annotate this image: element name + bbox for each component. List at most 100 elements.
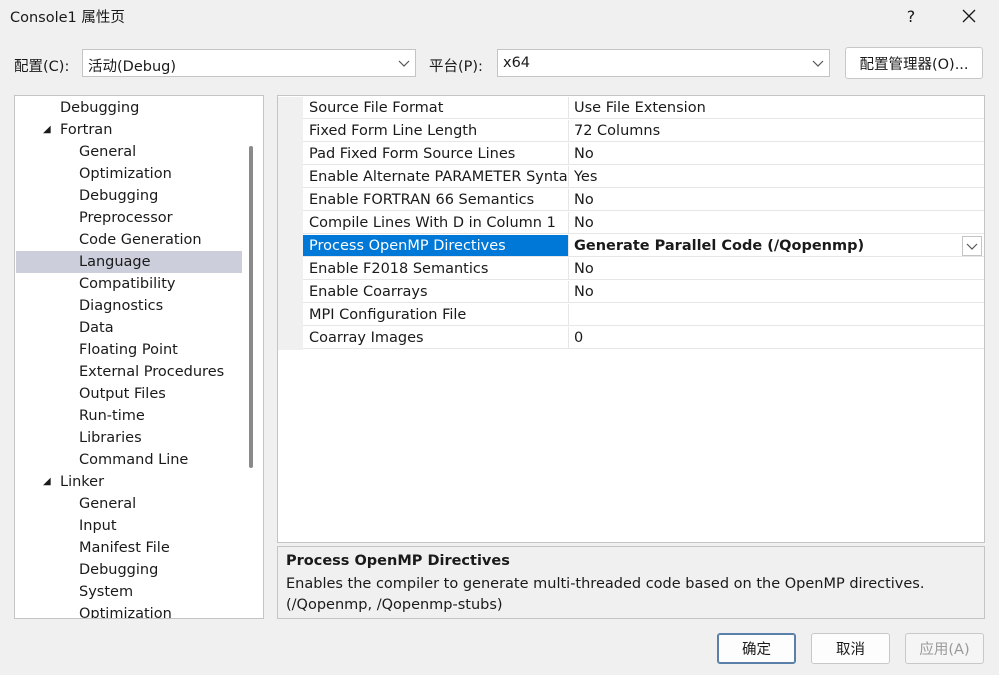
tree-item-label: Compatibility — [79, 276, 176, 292]
apply-button[interactable]: 应用(A) — [905, 633, 984, 664]
config-select[interactable]: 活动(Debug) — [82, 49, 416, 77]
tree-item[interactable]: Floating Point — [16, 339, 242, 361]
help-button[interactable]: ? — [888, 0, 934, 32]
property-row[interactable]: Coarray Images 0 — [278, 327, 984, 350]
property-row[interactable]: Pad Fixed Form Source Lines No — [278, 143, 984, 166]
property-value[interactable]: 0 — [569, 327, 984, 349]
property-name[interactable]: Source File Format — [303, 97, 569, 119]
value-dropdown-button[interactable] — [962, 236, 982, 256]
row-gutter — [278, 189, 303, 212]
tree-item-label: Code Generation — [79, 232, 202, 248]
expand-arrow-icon[interactable]: ◢ — [43, 471, 51, 493]
tree-item[interactable]: Debugging — [16, 185, 242, 207]
property-value[interactable]: 72 Columns — [569, 120, 984, 142]
property-row[interactable]: Enable F2018 Semantics No — [278, 258, 984, 281]
property-name[interactable]: Pad Fixed Form Source Lines — [303, 143, 569, 165]
row-gutter — [278, 143, 303, 166]
expand-arrow-icon[interactable]: ◢ — [43, 119, 51, 141]
property-row[interactable]: Enable FORTRAN 66 Semantics No — [278, 189, 984, 212]
configuration-manager-button[interactable]: 配置管理器(O)... — [845, 47, 983, 79]
chevron-down-icon — [398, 60, 410, 67]
tree-item-label: External Procedures — [79, 364, 225, 380]
tree-item[interactable]: Compatibility — [16, 273, 242, 295]
tree-item[interactable]: Input — [16, 515, 242, 537]
property-value[interactable]: No — [569, 281, 984, 303]
property-value[interactable]: Yes — [569, 166, 984, 188]
property-value[interactable]: Generate Parallel Code (/Qopenmp) — [569, 235, 984, 257]
property-row[interactable]: Process OpenMP Directives Generate Parall… — [278, 235, 984, 258]
row-gutter — [278, 212, 303, 235]
property-value[interactable]: No — [569, 212, 984, 234]
config-select-value: 活动(Debug) — [88, 59, 176, 75]
tree-item[interactable]: ◢ Fortran — [16, 119, 242, 141]
property-name[interactable]: Coarray Images — [303, 327, 569, 349]
tree-item[interactable]: Language — [16, 251, 242, 273]
tree-item-label: Libraries — [79, 430, 142, 446]
tree-item-label: Fortran — [60, 122, 113, 138]
tree-item[interactable]: Code Generation — [16, 229, 242, 251]
tree-item[interactable]: General — [16, 141, 242, 163]
tree-item[interactable]: System — [16, 581, 242, 603]
property-row[interactable]: Enable Coarrays No — [278, 281, 984, 304]
tree-item-label: Output Files — [79, 386, 166, 402]
property-row[interactable]: Compile Lines With D in Column 1 No — [278, 212, 984, 235]
cancel-button[interactable]: 取消 — [811, 633, 890, 664]
property-value[interactable]: Use File Extension — [569, 97, 984, 119]
tree-item[interactable]: Optimization — [16, 603, 242, 618]
tree-item[interactable]: Preprocessor — [16, 207, 242, 229]
tree-item[interactable]: Manifest File — [16, 537, 242, 559]
description-panel: Process OpenMP Directives Enables the co… — [277, 546, 985, 619]
tree-item[interactable]: Optimization — [16, 163, 242, 185]
tree-item[interactable]: Output Files — [16, 383, 242, 405]
tree-item[interactable]: Debugging — [16, 559, 242, 581]
platform-select-value: x64 — [503, 55, 531, 71]
row-gutter — [278, 258, 303, 281]
property-name[interactable]: Compile Lines With D in Column 1 — [303, 212, 569, 234]
property-row[interactable]: Enable Alternate PARAMETER Syntax Yes — [278, 166, 984, 189]
platform-select[interactable]: x64 — [497, 49, 830, 77]
description-title: Process OpenMP Directives — [286, 553, 510, 569]
row-gutter — [278, 304, 303, 327]
tree-item[interactable]: Debugging — [16, 97, 242, 119]
tree-item[interactable]: Libraries — [16, 427, 242, 449]
property-name[interactable]: Fixed Form Line Length — [303, 120, 569, 142]
tree-item[interactable]: ◢ Linker — [16, 471, 242, 493]
tree-item[interactable]: Diagnostics — [16, 295, 242, 317]
tree-item-label: Language — [79, 254, 151, 270]
tree-item-label: Debugging — [60, 100, 140, 116]
tree-item[interactable]: Data — [16, 317, 242, 339]
property-value[interactable] — [569, 304, 984, 326]
tree-item[interactable]: General — [16, 493, 242, 515]
tree-item-label: Preprocessor — [79, 210, 173, 226]
property-value[interactable]: No — [569, 258, 984, 280]
property-name[interactable]: Process OpenMP Directives — [303, 235, 569, 257]
platform-label: 平台(P): — [429, 59, 483, 75]
ok-button[interactable]: 确定 — [717, 633, 796, 664]
tree-item-label: General — [79, 144, 137, 160]
property-name[interactable]: Enable Alternate PARAMETER Syntax — [303, 166, 569, 188]
property-row[interactable]: Source File Format Use File Extension — [278, 97, 984, 120]
close-button[interactable] — [946, 0, 992, 32]
property-name[interactable]: Enable F2018 Semantics — [303, 258, 569, 280]
tree-item-label: Diagnostics — [79, 298, 164, 314]
property-value[interactable]: No — [569, 143, 984, 165]
property-name[interactable]: MPI Configuration File — [303, 304, 569, 326]
tree-scrollbar-thumb[interactable] — [249, 146, 253, 468]
tree-item[interactable]: Command Line — [16, 449, 242, 471]
title-bar: Console1 属性页 ? — [0, 0, 999, 32]
tree-item-label: Floating Point — [79, 342, 178, 358]
property-row[interactable]: Fixed Form Line Length 72 Columns — [278, 120, 984, 143]
property-tree[interactable]: Debugging ◢ Fortran General Optimization Debu… — [14, 95, 264, 619]
property-name[interactable]: Enable FORTRAN 66 Semantics — [303, 189, 569, 211]
window-title: Console1 属性页 — [10, 10, 125, 26]
tree-item-label: Linker — [60, 474, 105, 490]
property-value[interactable]: No — [569, 189, 984, 211]
chevron-down-icon — [812, 60, 824, 67]
property-row[interactable]: MPI Configuration File — [278, 304, 984, 327]
property-grid[interactable]: Source File Format Use File Extension Fixe… — [277, 95, 985, 543]
property-name[interactable]: Enable Coarrays — [303, 281, 569, 303]
tree-item[interactable]: Run-time — [16, 405, 242, 427]
tree-item-label: System — [79, 584, 134, 600]
tree-item[interactable]: External Procedures — [16, 361, 242, 383]
row-gutter — [278, 235, 303, 258]
